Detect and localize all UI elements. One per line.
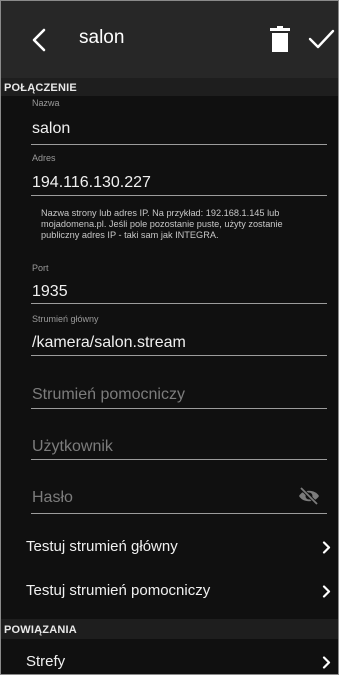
test-main-stream-label: Testuj strumień główny (26, 538, 178, 555)
user-field[interactable]: Użytkownik (32, 438, 113, 456)
name-underline (31, 144, 327, 145)
top-app-bar: salon (1, 1, 338, 78)
back-icon[interactable] (27, 27, 53, 53)
section-title-connection: POŁĄCZENIE (4, 82, 77, 94)
name-field[interactable]: salon (32, 120, 70, 138)
name-label: Nazwa (32, 98, 60, 108)
chevron-right-icon (322, 585, 331, 598)
aux-stream-field[interactable]: Strumień pomocniczy (32, 386, 185, 404)
address-field[interactable]: 194.116.130.227 (32, 174, 151, 192)
aux-stream-underline (31, 408, 327, 409)
main-stream-field[interactable]: /kamera/salon.stream (32, 334, 186, 352)
main-stream-label: Strumień główny (32, 314, 99, 324)
zones-row[interactable]: Strefy (1, 643, 338, 674)
port-underline (31, 303, 327, 304)
password-field[interactable]: Hasło (32, 489, 73, 507)
test-aux-stream-label: Testuj strumień pomocniczy (26, 582, 211, 599)
user-underline (31, 459, 327, 460)
main-stream-underline (31, 355, 327, 356)
zones-label: Strefy (26, 653, 66, 670)
test-main-stream-row[interactable]: Testuj strumień główny (1, 529, 338, 567)
address-label: Adres (32, 153, 56, 163)
address-underline (31, 195, 327, 196)
section-title-associations: POWIĄZANIA (4, 624, 77, 636)
chevron-right-icon (322, 541, 331, 554)
visibility-off-icon[interactable] (298, 487, 320, 505)
chevron-right-icon (322, 656, 331, 669)
port-field[interactable]: 1935 (32, 283, 68, 301)
trash-icon[interactable] (269, 26, 291, 52)
check-icon[interactable] (307, 27, 335, 51)
password-underline (31, 513, 327, 514)
port-label: Port (32, 263, 49, 273)
page-title: salon (79, 27, 125, 48)
edit-camera-screen: salon POŁĄCZENIE Nazwa salon Adres 194.1… (0, 0, 339, 675)
address-help-text: Nazwa strony lub adres IP. Na przykład: … (41, 208, 283, 240)
test-aux-stream-row[interactable]: Testuj strumień pomocniczy (1, 573, 338, 611)
